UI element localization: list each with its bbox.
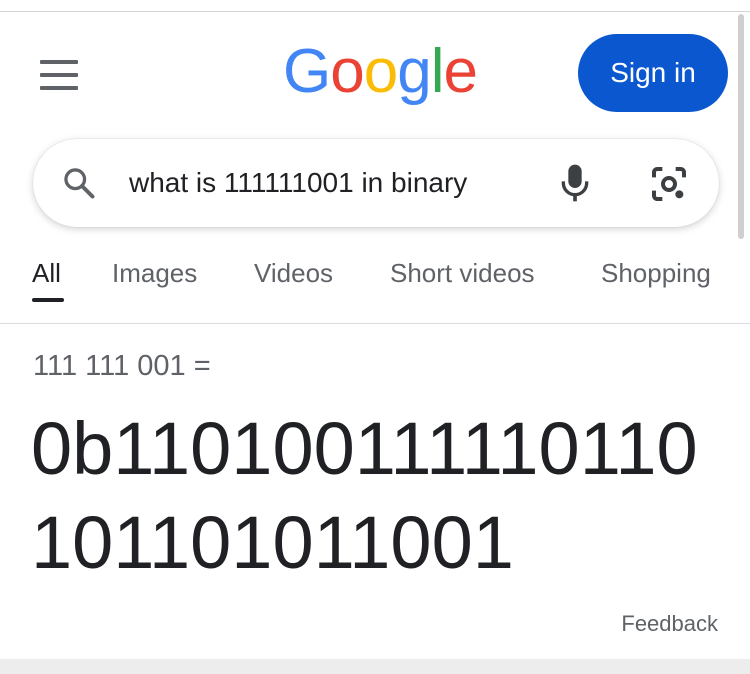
camera-lens-icon[interactable] (649, 164, 689, 204)
logo-letter: l (430, 37, 445, 106)
calculator-result: 0b110100111110110101101011001 (31, 407, 698, 584)
tab-shopping[interactable]: Shopping (601, 258, 711, 289)
section-divider (0, 659, 750, 674)
scrollbar[interactable] (738, 14, 744, 239)
logo-letter: e (443, 37, 477, 106)
main-menu-button[interactable] (40, 60, 80, 90)
calculator-expression: 111 111 001 = (33, 350, 211, 382)
search-tabs: All Images Videos Short videos Shopping (0, 240, 750, 324)
logo-letter: g (397, 37, 431, 106)
microphone-icon[interactable] (555, 161, 595, 205)
sign-in-button[interactable]: Sign in (578, 34, 728, 112)
active-tab-indicator (32, 298, 64, 302)
tab-videos[interactable]: Videos (254, 258, 333, 289)
tab-all[interactable]: All (32, 258, 61, 289)
logo-letter: o (363, 37, 398, 106)
search-box[interactable] (33, 139, 719, 227)
tab-images[interactable]: Images (112, 258, 197, 289)
logo-letter: G (283, 37, 331, 106)
hamburger-menu-icon (40, 60, 78, 64)
search-input[interactable] (129, 159, 529, 207)
google-logo[interactable]: G o o g l e (283, 36, 478, 112)
feedback-link[interactable]: Feedback (621, 611, 718, 637)
search-icon[interactable] (61, 165, 97, 201)
logo-letter: o (330, 37, 364, 106)
tab-short-videos[interactable]: Short videos (390, 258, 535, 289)
top-border (0, 0, 750, 12)
